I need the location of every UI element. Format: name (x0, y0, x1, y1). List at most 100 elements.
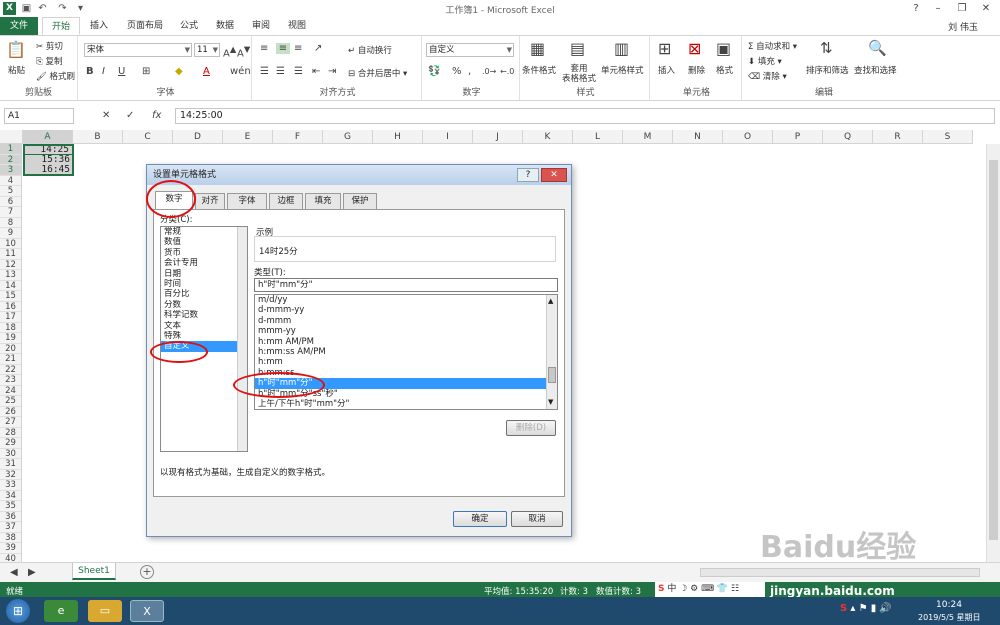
align-center-icon[interactable]: ☰ (276, 66, 285, 77)
explorer-folder-icon[interactable]: ▭ (88, 600, 122, 622)
row-header-39[interactable]: 39 (0, 543, 22, 554)
row-header-26[interactable]: 26 (0, 406, 22, 417)
merge-center-button[interactable]: ⊟ 合并后居中 ▾ (348, 67, 407, 79)
ime-toolbar[interactable]: S 中 ☽ ⚙ ⌨ 👕 ☷ (655, 582, 765, 597)
type-item[interactable]: h:mm:ss AM/PM (255, 347, 546, 357)
align-bottom-icon[interactable]: ≡ (294, 43, 302, 54)
row-header-3[interactable]: 3 (0, 165, 22, 176)
column-header-f[interactable]: F (273, 130, 323, 144)
tab-view[interactable]: 视图 (282, 17, 312, 35)
insert-function-icon[interactable]: fx (152, 110, 161, 121)
row-header-10[interactable]: 10 (0, 238, 22, 249)
tab-page-layout[interactable]: 页面布局 (120, 17, 170, 35)
row-header-29[interactable]: 29 (0, 438, 22, 449)
category-item[interactable]: 常规 (161, 227, 237, 237)
shrink-font-icon[interactable]: A▼ (237, 44, 250, 59)
type-item[interactable]: 上午/下午h"时"mm"分" (255, 399, 546, 409)
category-item[interactable]: 文本 (161, 321, 237, 331)
help-icon[interactable]: ? (904, 0, 928, 17)
type-input[interactable]: h"时"mm"分" (254, 278, 558, 292)
phonetic-icon[interactable]: wén (230, 66, 251, 77)
cancel-button[interactable]: 取消 (511, 511, 563, 527)
row-header-6[interactable]: 6 (0, 196, 22, 207)
enter-formula-icon[interactable]: ✓ (126, 110, 134, 121)
orientation-icon[interactable]: ↗ (314, 43, 322, 54)
fill-color-icon[interactable]: ◆ (175, 66, 183, 77)
row-header-15[interactable]: 15 (0, 291, 22, 302)
binoculars-icon[interactable]: 🔍 (868, 39, 887, 57)
align-top-icon[interactable]: ≡ (260, 43, 268, 54)
clock-date[interactable]: 2019/5/5 星期日 (918, 612, 980, 623)
column-header-a[interactable]: A (23, 130, 73, 144)
row-header-21[interactable]: 21 (0, 354, 22, 365)
clock-time[interactable]: 10:24 (936, 600, 962, 610)
category-item[interactable]: 特殊 (161, 331, 237, 341)
paste-icon[interactable]: 📋 (6, 40, 26, 59)
insert-cells-icon[interactable]: ⊞ (658, 39, 671, 58)
fill-button[interactable]: ⬇ 填充 ▾ (748, 55, 782, 67)
wrap-text-button[interactable]: ↵ 自动换行 (348, 44, 392, 56)
category-list[interactable]: 常规 数值 货币 会计专用 日期 时间 百分比 分数 科学记数 文本 特殊 自定义 (160, 226, 248, 452)
add-sheet-icon[interactable]: + (140, 565, 154, 579)
row-header-2[interactable]: 2 (0, 154, 22, 165)
row-header-30[interactable]: 30 (0, 448, 22, 459)
copy-button[interactable]: ⎘ 复制 (36, 55, 63, 67)
category-item[interactable]: 数值 (161, 237, 237, 247)
row-header-38[interactable]: 38 (0, 532, 22, 543)
align-middle-icon[interactable]: ≡ (276, 43, 290, 54)
paste-button[interactable]: 粘贴 (8, 64, 25, 76)
start-button-icon[interactable]: ⊞ (6, 599, 30, 623)
row-header-32[interactable]: 32 (0, 469, 22, 480)
column-header-h[interactable]: H (373, 130, 423, 144)
format-button[interactable]: 格式 (716, 64, 733, 76)
column-header-k[interactable]: K (523, 130, 573, 144)
type-item[interactable]: h:mm AM/PM (255, 337, 546, 347)
scroll-thumb[interactable] (989, 160, 998, 540)
dialog-help-icon[interactable]: ? (517, 168, 539, 182)
row-header-4[interactable]: 4 (0, 175, 22, 186)
sort-filter-icon[interactable]: ⇅ (820, 39, 833, 57)
cell-styles-icon[interactable]: ▥ (614, 39, 629, 58)
column-header-l[interactable]: L (573, 130, 623, 144)
increase-indent-icon[interactable]: ⇥ (328, 66, 336, 77)
column-header-i[interactable]: I (423, 130, 473, 144)
font-color-icon[interactable]: A (203, 66, 210, 77)
increase-decimal-icon[interactable]: .0→ (482, 67, 496, 76)
delete-format-button[interactable]: 删除(D) (506, 420, 556, 436)
sort-filter-button[interactable]: 排序和筛选 (806, 64, 849, 76)
column-header-q[interactable]: Q (823, 130, 873, 144)
row-header-8[interactable]: 8 (0, 217, 22, 228)
tab-font[interactable]: 字体 (227, 193, 267, 209)
autosum-button[interactable]: Σ 自动求和 ▾ (748, 40, 797, 52)
format-table-icon[interactable]: ▤ (570, 39, 585, 58)
format-painter-button[interactable]: 🖌 格式刷 (36, 70, 75, 82)
row-header-35[interactable]: 35 (0, 501, 22, 512)
italic-button[interactable]: I (102, 66, 105, 77)
row-header-16[interactable]: 16 (0, 301, 22, 312)
row-header-5[interactable]: 5 (0, 186, 22, 197)
row-header-36[interactable]: 36 (0, 511, 22, 522)
next-sheet-icon[interactable]: ▶ (28, 567, 36, 578)
row-header-7[interactable]: 7 (0, 207, 22, 218)
cut-button[interactable]: ✂ 剪切 (36, 40, 63, 52)
type-item[interactable]: h:mm (255, 357, 546, 367)
row-header-25[interactable]: 25 (0, 396, 22, 407)
vertical-scrollbar[interactable] (986, 144, 1000, 562)
decrease-decimal-icon[interactable]: ←.0 (500, 67, 514, 76)
delete-button[interactable]: 删除 (688, 64, 705, 76)
find-select-button[interactable]: 查找和选择 (854, 64, 897, 76)
tab-formulas[interactable]: 公式 (174, 17, 204, 35)
font-name-select[interactable]: 宋体 ▼ (84, 43, 192, 57)
tab-data[interactable]: 数据 (210, 17, 240, 35)
format-table-button[interactable]: 套用 表格格式 (562, 64, 596, 84)
select-all-corner[interactable] (0, 130, 23, 144)
type-item[interactable]: mmm-yy (255, 326, 546, 336)
restore-icon[interactable]: ❐ (950, 0, 974, 17)
category-scrollbar[interactable] (237, 227, 247, 451)
tray-icons[interactable]: S ▴ ⚑ ▮ 🔊 (840, 603, 892, 614)
grow-font-icon[interactable]: A▲ (223, 44, 236, 59)
column-header-c[interactable]: C (123, 130, 173, 144)
row-header-27[interactable]: 27 (0, 417, 22, 428)
type-item[interactable]: m/d/yy (255, 295, 546, 305)
conditional-format-button[interactable]: 条件格式 (522, 64, 556, 76)
